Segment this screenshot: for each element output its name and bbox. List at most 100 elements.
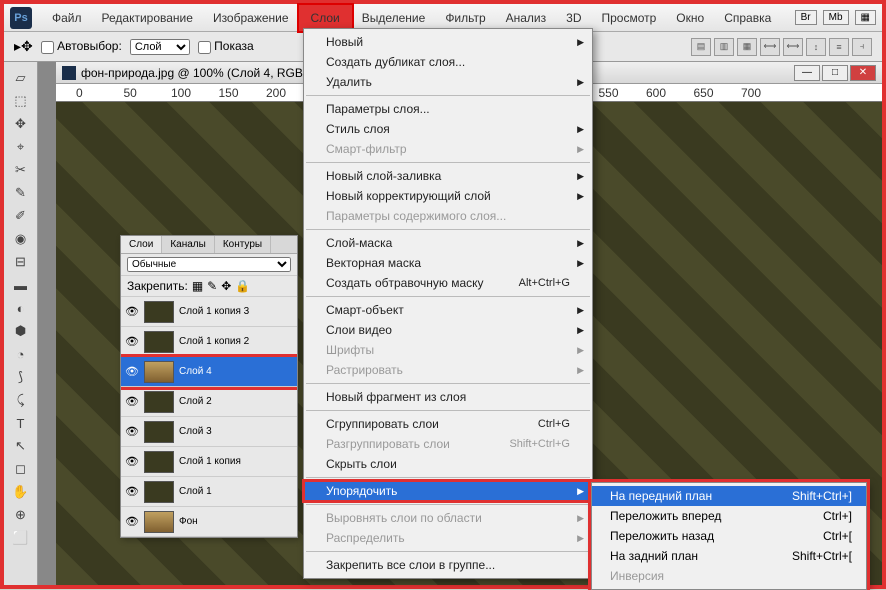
align-icon[interactable]: ⟷ <box>760 38 780 56</box>
panel-tab[interactable]: Слои <box>121 236 162 253</box>
visibility-icon[interactable]: 👁 <box>125 365 139 378</box>
menu-item[interactable]: Новый корректирующий слой▶ <box>304 186 592 206</box>
show-check[interactable]: Показа <box>198 39 254 53</box>
menu-item[interactable]: Новый слой-заливка▶ <box>304 166 592 186</box>
menu-item[interactable]: Слои видео▶ <box>304 320 592 340</box>
tool-icon[interactable]: ⬜ <box>8 527 34 549</box>
tool-icon[interactable]: ✎ <box>8 182 34 204</box>
tool-icon[interactable]: ↖ <box>8 435 34 457</box>
menu-анализ[interactable]: Анализ <box>496 7 557 29</box>
visibility-icon[interactable]: 👁 <box>125 485 139 498</box>
tool-icon[interactable]: ⌖ <box>8 136 34 158</box>
menu-item[interactable]: Создать обтравочную маскуAlt+Ctrl+G <box>304 273 592 293</box>
tool-icon[interactable]: ✥ <box>8 113 34 135</box>
submenu-item[interactable]: На задний планShift+Ctrl+[ <box>592 546 866 566</box>
align-icon[interactable]: ▦ <box>737 38 757 56</box>
tool-icon[interactable]: ✐ <box>8 205 34 227</box>
menu-extra[interactable]: Br <box>795 10 817 25</box>
lock-icon[interactable]: ✥ <box>221 279 231 293</box>
layer-row[interactable]: 👁Слой 1 копия 2 <box>121 327 297 357</box>
menu-item[interactable]: Слой-маска▶ <box>304 233 592 253</box>
menu-item[interactable]: Закрепить все слои в группе... <box>304 555 592 575</box>
maximize-button[interactable]: □ <box>822 65 848 81</box>
menu-item[interactable]: Упорядочить▶ <box>304 481 592 501</box>
tool-icon[interactable]: ⊟ <box>8 251 34 273</box>
visibility-icon[interactable]: 👁 <box>125 335 139 348</box>
tool-icon[interactable]: ✋ <box>8 481 34 503</box>
visibility-icon[interactable]: 👁 <box>125 515 139 528</box>
menu-слои[interactable]: Слои <box>299 5 352 31</box>
menu-редактирование[interactable]: Редактирование <box>92 7 203 29</box>
menu-item[interactable]: Создать дубликат слоя... <box>304 52 592 72</box>
menu-item[interactable]: Векторная маска▶ <box>304 253 592 273</box>
autoselect-target[interactable]: Слой <box>130 39 190 55</box>
tool-icon[interactable]: ⤹ <box>8 389 34 411</box>
menu-item[interactable]: Новый фрагмент из слоя <box>304 387 592 407</box>
layers-panel[interactable]: СлоиКаналыКонтуры Обычные Закрепить: ▦ ✎… <box>120 235 298 538</box>
align-icon[interactable]: ⫞ <box>852 38 872 56</box>
tool-icon[interactable]: ▱ <box>8 67 34 89</box>
menu-item[interactable]: Скрыть слои <box>304 454 592 474</box>
align-icon[interactable]: ≡ <box>829 38 849 56</box>
layer-row[interactable]: 👁Слой 4 <box>121 357 297 387</box>
blend-mode-select[interactable]: Обычные <box>127 257 291 272</box>
tool-icon[interactable]: ✂ <box>8 159 34 181</box>
align-icon[interactable]: ⟷ <box>783 38 803 56</box>
layer-row[interactable]: 👁Слой 1 копия 3 <box>121 297 297 327</box>
doc-icon <box>62 66 76 80</box>
menu-просмотр[interactable]: Просмотр <box>591 7 666 29</box>
visibility-icon[interactable]: 👁 <box>125 305 139 318</box>
minimize-button[interactable]: — <box>794 65 820 81</box>
panel-tab[interactable]: Контуры <box>215 236 271 253</box>
menu-3d[interactable]: 3D <box>556 7 591 29</box>
menu-item[interactable]: Параметры слоя... <box>304 99 592 119</box>
layer-row[interactable]: 👁Фон <box>121 507 297 537</box>
submenu-item[interactable]: Переложить впередCtrl+] <box>592 506 866 526</box>
tool-icon[interactable]: ◐ <box>8 297 34 319</box>
menu-extra[interactable]: Mb <box>823 10 849 25</box>
menu-выделение[interactable]: Выделение <box>352 7 436 29</box>
align-icon[interactable]: ↕ <box>806 38 826 56</box>
menu-item[interactable]: Сгруппировать слоиCtrl+G <box>304 414 592 434</box>
layer-thumb <box>144 301 174 323</box>
tool-icon[interactable]: ⬢ <box>8 320 34 342</box>
lock-icon[interactable]: ▦ <box>192 279 203 293</box>
layer-row[interactable]: 👁Слой 2 <box>121 387 297 417</box>
panel-tab[interactable]: Каналы <box>162 236 215 253</box>
layer-row[interactable]: 👁Слой 1 копия <box>121 447 297 477</box>
menu-фильтр[interactable]: Фильтр <box>435 7 495 29</box>
layers-menu-dropdown[interactable]: Новый▶Создать дубликат слоя...Удалить▶ Па… <box>303 28 593 579</box>
menu-файл[interactable]: Файл <box>42 7 92 29</box>
lock-icon[interactable]: 🔒 <box>235 279 250 293</box>
tool-icon[interactable]: ⊕ <box>8 504 34 526</box>
visibility-icon[interactable]: 👁 <box>125 425 139 438</box>
menu-item: Растрировать▶ <box>304 360 592 380</box>
layer-row[interactable]: 👁Слой 1 <box>121 477 297 507</box>
tool-icon[interactable]: ⟆ <box>8 366 34 388</box>
menu-item[interactable]: Удалить▶ <box>304 72 592 92</box>
arrange-submenu[interactable]: На передний планShift+Ctrl+]Переложить в… <box>591 482 867 590</box>
tool-icon[interactable]: ◉ <box>8 228 34 250</box>
menu-item[interactable]: Стиль слоя▶ <box>304 119 592 139</box>
tool-icon[interactable]: ◔ <box>8 343 34 365</box>
menu-справка[interactable]: Справка <box>714 7 781 29</box>
visibility-icon[interactable]: 👁 <box>125 395 139 408</box>
align-icon[interactable]: ▤ <box>691 38 711 56</box>
layer-row[interactable]: 👁Слой 3 <box>121 417 297 447</box>
autoselect-check[interactable]: Автовыбор: <box>41 39 122 53</box>
lock-icon[interactable]: ✎ <box>207 279 217 293</box>
submenu-item[interactable]: На передний планShift+Ctrl+] <box>592 486 866 506</box>
menu-item[interactable]: Новый▶ <box>304 32 592 52</box>
menu-изображение[interactable]: Изображение <box>203 7 299 29</box>
close-button[interactable]: ✕ <box>850 65 876 81</box>
tool-icon[interactable]: ⬚ <box>8 90 34 112</box>
menu-extra[interactable]: ▦ <box>855 10 876 25</box>
menu-item[interactable]: Смарт-объект▶ <box>304 300 592 320</box>
tool-icon[interactable]: ▬ <box>8 274 34 296</box>
tool-icon[interactable]: ◻ <box>8 458 34 480</box>
menu-окно[interactable]: Окно <box>666 7 714 29</box>
align-icon[interactable]: ▥ <box>714 38 734 56</box>
submenu-item[interactable]: Переложить назадCtrl+[ <box>592 526 866 546</box>
tool-icon[interactable]: T <box>8 412 34 434</box>
visibility-icon[interactable]: 👁 <box>125 455 139 468</box>
